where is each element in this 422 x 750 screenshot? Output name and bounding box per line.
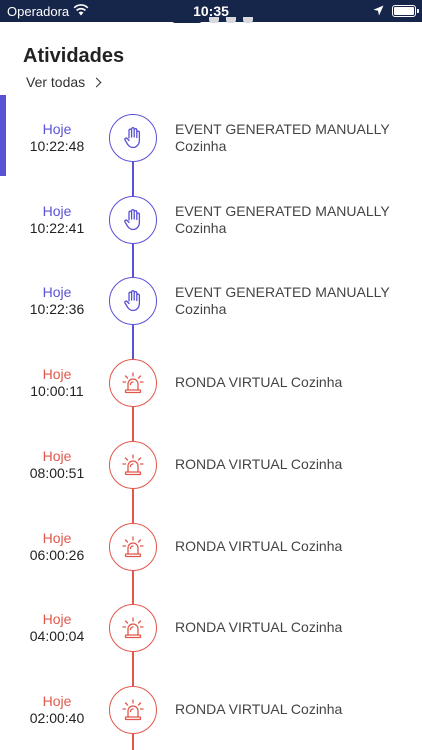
- page-dot[interactable]: [243, 17, 253, 23]
- siren-icon: [122, 454, 144, 476]
- activity-description: RONDA VIRTUAL Cozinha: [175, 456, 343, 472]
- activity-time: 04:00:04: [29, 628, 85, 644]
- activity-time: 10:22:36: [29, 301, 85, 317]
- activity-item[interactable]: Hoje 10:22:41 EVENT GENERATED MANUALLY C…: [0, 196, 422, 263]
- activity-day: Hoje: [42, 121, 72, 137]
- activity-item[interactable]: Hoje 08:00:51 RONDA VIRTUAL Cozinha: [0, 441, 422, 508]
- section-title: Atividades: [23, 45, 125, 67]
- activity-description: RONDA VIRTUAL Cozinha: [175, 701, 343, 717]
- hand-icon: [124, 290, 141, 312]
- activity-time: 10:22:41: [29, 220, 85, 236]
- activity-icon-circle: [109, 523, 157, 571]
- activity-description: RONDA VIRTUAL Cozinha: [175, 538, 343, 554]
- page-dot-active[interactable]: [172, 17, 202, 23]
- activity-day: Hoje: [42, 448, 72, 464]
- activity-description: EVENT GENERATED MANUALLY Cozinha: [175, 284, 390, 317]
- activity-time: 02:00:40: [29, 710, 85, 726]
- activity-day: Hoje: [42, 203, 72, 219]
- activity-day: Hoje: [42, 530, 72, 546]
- activity-icon-circle: [109, 114, 157, 162]
- siren-icon: [122, 617, 144, 639]
- activity-time: 10:22:48: [29, 138, 85, 154]
- hand-icon: [124, 127, 141, 149]
- activity-icon-circle: [109, 441, 157, 489]
- siren-icon: [122, 536, 144, 558]
- activity-item[interactable]: Hoje 04:00:04 RONDA VIRTUAL Cozinha: [0, 604, 422, 671]
- activity-day: Hoje: [42, 284, 72, 300]
- activity-description: RONDA VIRTUAL Cozinha: [175, 619, 343, 635]
- activity-item[interactable]: Hoje 02:00:40 RONDA VIRTUAL Cozinha: [0, 686, 422, 750]
- activity-time: 10:00:11: [30, 383, 84, 399]
- activity-description: EVENT GENERATED MANUALLY Cozinha: [175, 203, 390, 236]
- activity-time: 06:00:26: [29, 547, 85, 563]
- activity-icon-circle: [109, 359, 157, 407]
- page-dot[interactable]: [209, 17, 219, 23]
- activity-item[interactable]: Hoje 06:00:26 RONDA VIRTUAL Cozinha: [0, 523, 422, 590]
- activity-icon-circle: [109, 604, 157, 652]
- chevron-right-icon: [91, 77, 102, 88]
- siren-icon: [122, 699, 144, 721]
- activity-day: Hoje: [42, 693, 72, 709]
- siren-icon: [122, 372, 144, 394]
- hand-icon: [124, 209, 141, 231]
- activity-description: EVENT GENERATED MANUALLY Cozinha: [175, 121, 390, 154]
- activity-item[interactable]: Hoje 10:22:48 EVENT GENERATED MANUALLY C…: [0, 114, 422, 181]
- location-arrow-icon: [373, 5, 384, 16]
- activity-icon-circle: [109, 277, 157, 325]
- see-all-link[interactable]: Ver todas: [26, 74, 102, 90]
- activity-icon-circle: [109, 196, 157, 244]
- activity-item[interactable]: Hoje 10:00:11 RONDA VIRTUAL Cozinha: [0, 359, 422, 426]
- battery-icon: [392, 5, 419, 17]
- activity-day: Hoje: [42, 366, 72, 382]
- activity-day: Hoje: [42, 611, 72, 627]
- activity-description: RONDA VIRTUAL Cozinha: [175, 374, 343, 390]
- activity-icon-circle: [109, 686, 157, 734]
- page-dot[interactable]: [226, 17, 236, 23]
- activity-time: 08:00:51: [29, 465, 85, 481]
- see-all-label: Ver todas: [26, 74, 86, 90]
- activity-item[interactable]: Hoje 10:22:36 EVENT GENERATED MANUALLY C…: [0, 277, 422, 344]
